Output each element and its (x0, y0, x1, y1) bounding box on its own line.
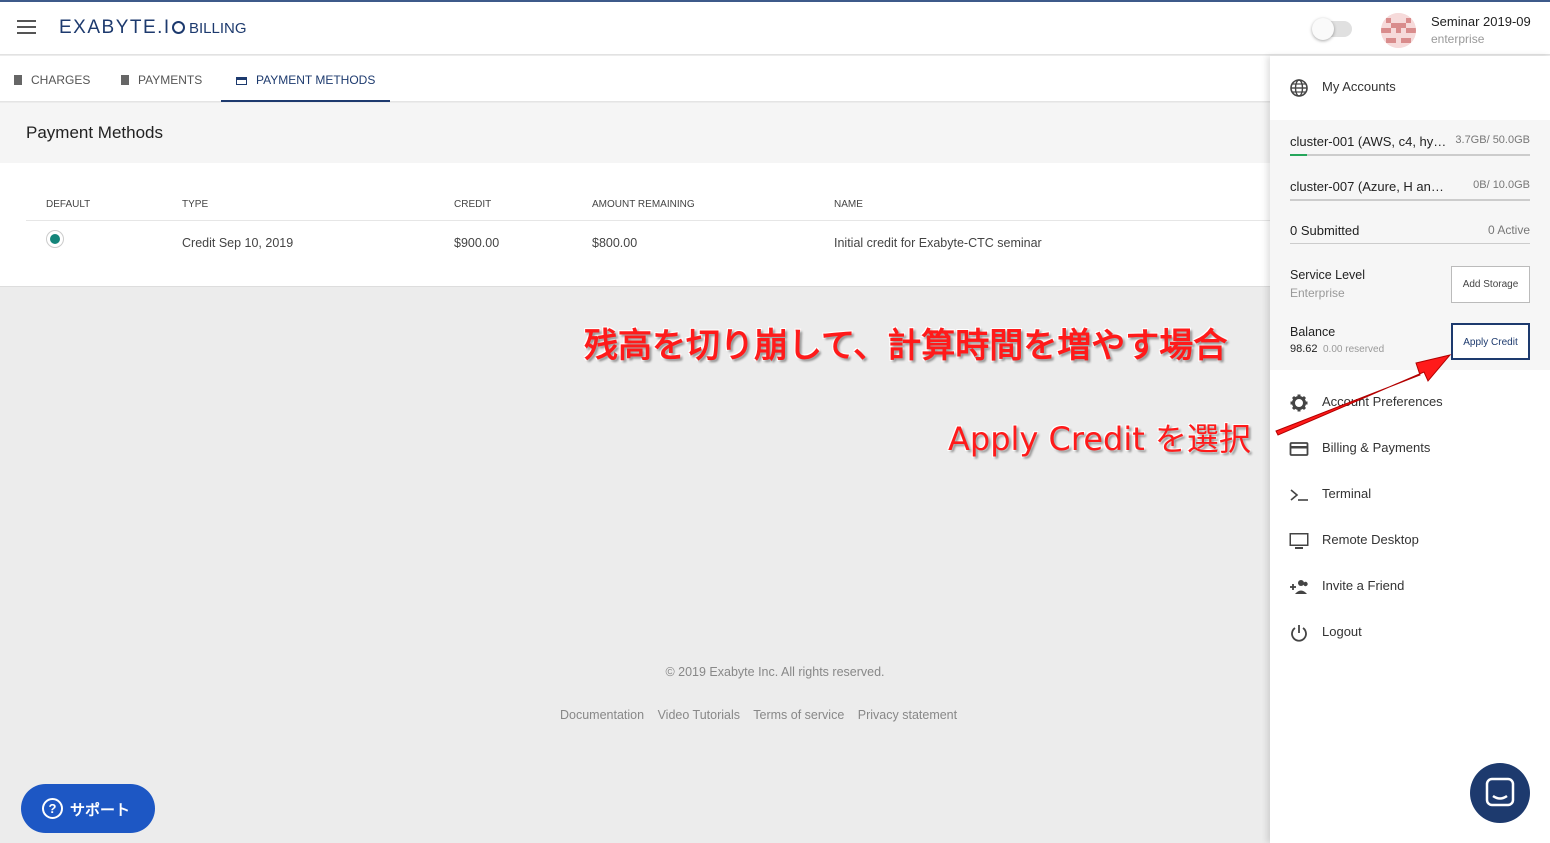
logo-text: EXABYTE.I (59, 17, 171, 38)
tab-payments[interactable]: PAYMENTS (121, 56, 202, 102)
menu-logout[interactable]: Logout (1270, 615, 1550, 651)
column-header-credit: CREDIT (454, 199, 492, 210)
service-level-value: Enterprise (1290, 286, 1345, 300)
column-header-remaining: AMOUNT REMAINING (592, 199, 695, 210)
default-radio[interactable] (46, 230, 64, 248)
logo-ring-icon (171, 21, 185, 34)
service-level-label: Service Level (1290, 268, 1366, 282)
menu-invite-friend[interactable]: Invite a Friend (1270, 569, 1550, 605)
active-count: 0 Active (1487, 223, 1530, 237)
tab-charges[interactable]: CHARGES (14, 56, 90, 102)
menu-icon[interactable] (17, 20, 36, 35)
page-header: Payment Methods (0, 103, 1270, 163)
toggle-knob (1312, 18, 1334, 40)
annotation-instruction: Apply Credit を選択 (948, 420, 1251, 458)
my-accounts-item[interactable]: My Accounts (1270, 70, 1550, 106)
tab-label: CHARGES (31, 73, 91, 87)
monitor-icon (1289, 533, 1309, 549)
account-drawer: My Accounts cluster-001 (AWS, c4, hyp...… (1270, 56, 1550, 843)
account-usage: 3.7GB/ 50.0GB (1455, 134, 1530, 146)
avatar[interactable] (1381, 13, 1416, 48)
tab-payment-methods[interactable]: PAYMENT METHODS (221, 56, 391, 102)
payment-methods-table: DEFAULT TYPE CREDIT AMOUNT REMAINING NAM… (0, 163, 1270, 287)
menu-label: Invite a Friend (1322, 578, 1405, 593)
menu-label: Logout (1322, 624, 1362, 639)
cell-remaining: $800.00 (592, 236, 638, 250)
my-accounts-label: My Accounts (1322, 79, 1396, 94)
terminal-icon (1290, 489, 1308, 501)
annotation-arrow-icon (1275, 354, 1452, 436)
tab-label: PAYMENTS (138, 73, 203, 87)
document-icon (121, 75, 129, 85)
column-header-name: NAME (834, 199, 863, 210)
avatar-pattern-icon (1381, 13, 1416, 48)
support-button[interactable]: ? サポート (21, 784, 155, 833)
menu-label: Terminal (1322, 486, 1372, 501)
exabyte-logo[interactable]: EXABYTE.I (59, 17, 185, 39)
jobs-divider (1290, 243, 1530, 244)
add-storage-button[interactable]: Add Storage (1451, 266, 1530, 303)
balance-label: Balance (1290, 325, 1336, 339)
user-plan: enterprise (1431, 32, 1485, 46)
header-divider (26, 220, 1270, 221)
page-title: Payment Methods (26, 123, 164, 142)
top-bar: EXABYTE.I BILLING Seminar 2019-09 enterp… (0, 0, 1550, 55)
account-usage: 0B/ 10.0GB (1473, 179, 1530, 191)
menu-terminal[interactable]: Terminal (1270, 477, 1550, 513)
help-icon: ? (42, 798, 63, 819)
tab-label: PAYMENT METHODS (256, 73, 376, 87)
account-row-cluster-007[interactable]: cluster-007 (Azure, H and NC... 0B/ 10.0… (1290, 179, 1530, 201)
radio-selected-dot (50, 234, 60, 244)
link-privacy[interactable]: Privacy statement (858, 708, 957, 722)
support-label: サポート (70, 802, 131, 819)
cell-credit: $900.00 (454, 236, 500, 250)
link-video-tutorials[interactable]: Video Tutorials (658, 708, 740, 722)
billing-tabs: CHARGES PAYMENTS PAYMENT METHODS (0, 56, 1270, 102)
power-icon (1291, 625, 1307, 642)
column-header-default: DEFAULT (46, 199, 91, 210)
link-documentation[interactable]: Documentation (560, 708, 644, 722)
submitted-count: 0 Submitted (1290, 223, 1360, 238)
column-header-type: TYPE (182, 199, 209, 210)
menu-label: Remote Desktop (1322, 532, 1419, 547)
cell-type: Credit Sep 10, 2019 (182, 236, 294, 250)
globe-icon (1290, 79, 1308, 97)
menu-remote-desktop[interactable]: Remote Desktop (1270, 523, 1550, 559)
credit-card-icon (236, 77, 247, 85)
add-people-icon (1290, 580, 1308, 594)
link-terms[interactable]: Terms of service (753, 708, 844, 722)
section-title: BILLING (189, 20, 247, 37)
user-name[interactable]: Seminar 2019-09 (1431, 14, 1531, 29)
account-row-cluster-001[interactable]: cluster-001 (AWS, c4, hyp... 3.7GB/ 50.0… (1290, 134, 1530, 156)
annotation-headline: 残高を切り崩して、計算時間を増やす場合 (584, 326, 1228, 366)
cell-name: Initial credit for Exabyte-CTC seminar (834, 236, 1042, 250)
chat-icon (1485, 777, 1515, 807)
footer-links: Documentation Video Tutorials Terms of s… (560, 708, 967, 722)
account-name: cluster-007 (Azure, H and NC... (1290, 179, 1448, 194)
chat-button[interactable] (1470, 763, 1530, 823)
theme-toggle[interactable] (1312, 18, 1352, 40)
document-icon (14, 75, 22, 85)
account-name: cluster-001 (AWS, c4, hyp... (1290, 134, 1448, 149)
usage-bar (1290, 154, 1307, 156)
